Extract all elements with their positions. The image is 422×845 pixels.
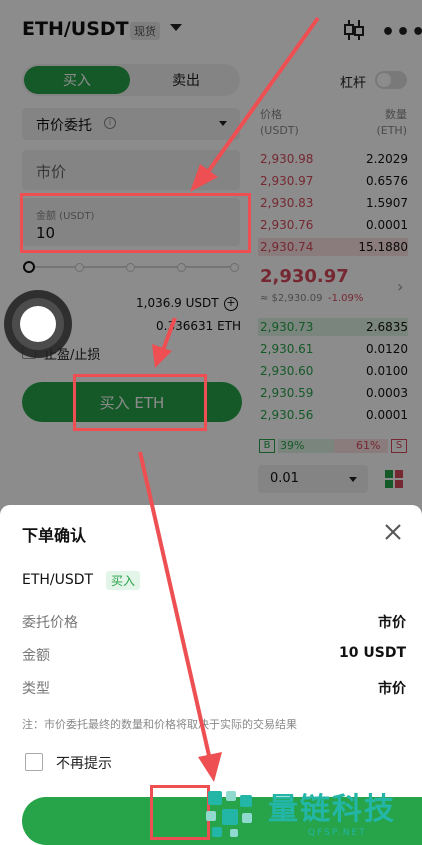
amount-value: 10 USDT bbox=[339, 645, 406, 661]
dont-show-checkbox[interactable] bbox=[25, 753, 43, 771]
highlight-box bbox=[20, 193, 251, 253]
type-value: 市价 bbox=[378, 681, 406, 697]
sheet-pair: ETH/USDT bbox=[22, 572, 94, 588]
order-price-label: 委托价格 bbox=[22, 615, 78, 631]
highlight-box bbox=[73, 374, 207, 431]
dont-show-label: 不再提示 bbox=[56, 756, 112, 772]
close-icon[interactable] bbox=[384, 523, 402, 541]
watermark-text: 量链科技 bbox=[268, 792, 396, 827]
assistive-touch-button[interactable] bbox=[4, 290, 72, 358]
amount-label: 金额 bbox=[22, 648, 50, 664]
order-price-value: 市价 bbox=[378, 615, 406, 631]
type-label: 类型 bbox=[22, 681, 50, 697]
sheet-side-badge: 买入 bbox=[106, 571, 141, 590]
sheet-title: 下单确认 bbox=[22, 526, 87, 545]
watermark-site: QFSP.NET bbox=[308, 828, 367, 838]
disclaimer-note: 注：市价委托最终的数量和价格将取决于实际的交易结果 bbox=[22, 718, 297, 731]
watermark-logo-icon bbox=[206, 791, 252, 837]
